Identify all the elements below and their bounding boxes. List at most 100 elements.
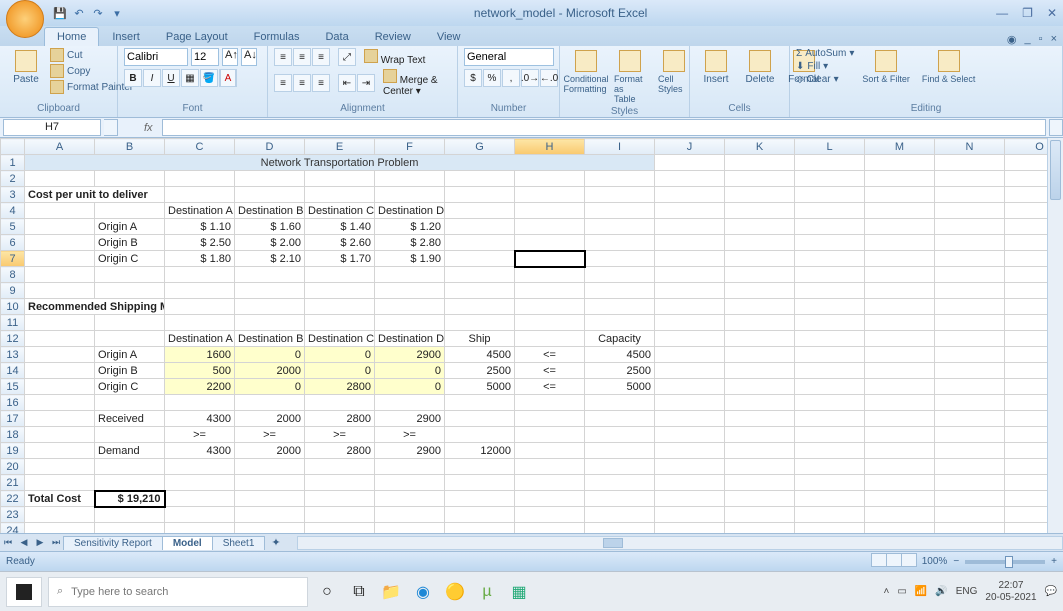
cell-B12[interactable] — [95, 331, 165, 347]
cell-O21[interactable] — [1005, 475, 1048, 491]
cell-G2[interactable] — [445, 171, 515, 187]
cell-C5[interactable]: $ 1.10 — [165, 219, 235, 235]
cell-O7[interactable] — [1005, 251, 1048, 267]
cell-A21[interactable] — [25, 475, 95, 491]
cell-K7[interactable] — [725, 251, 795, 267]
cell-L2[interactable] — [795, 171, 865, 187]
cell-G16[interactable] — [445, 395, 515, 411]
name-box[interactable]: H7 — [3, 119, 101, 136]
sheet-tab-sheet1[interactable]: Sheet1 — [212, 536, 266, 550]
cell-K6[interactable] — [725, 235, 795, 251]
cell-D10[interactable] — [235, 299, 305, 315]
cell-E12[interactable]: Destination C — [305, 331, 375, 347]
cell-A8[interactable] — [25, 267, 95, 283]
cell-F11[interactable] — [375, 315, 445, 331]
cell-A24[interactable] — [25, 523, 95, 534]
cell-K8[interactable] — [725, 267, 795, 283]
cell-I19[interactable] — [585, 443, 655, 459]
comma-button[interactable]: , — [502, 69, 520, 87]
row-header-4[interactable]: 4 — [1, 203, 25, 219]
cell-C13[interactable]: 1600 — [165, 347, 235, 363]
cell-F19[interactable]: 2900 — [375, 443, 445, 459]
row-header-21[interactable]: 21 — [1, 475, 25, 491]
cell-I22[interactable] — [585, 491, 655, 507]
cell-G20[interactable] — [445, 459, 515, 475]
find-select[interactable]: Find & Select — [918, 48, 980, 86]
cell-H22[interactable] — [515, 491, 585, 507]
cell-F20[interactable] — [375, 459, 445, 475]
excel-icon[interactable]: ▦ — [506, 579, 532, 605]
cell-K18[interactable] — [725, 427, 795, 443]
cell-M15[interactable] — [865, 379, 935, 395]
cell-H20[interactable] — [515, 459, 585, 475]
cell-K16[interactable] — [725, 395, 795, 411]
decrease-decimal[interactable]: ←.0 — [540, 69, 558, 87]
cell-L13[interactable] — [795, 347, 865, 363]
cell-A20[interactable] — [25, 459, 95, 475]
cell-B23[interactable] — [95, 507, 165, 523]
cell-F8[interactable] — [375, 267, 445, 283]
cell-M2[interactable] — [865, 171, 935, 187]
cell-C14[interactable]: 500 — [165, 363, 235, 379]
wifi-icon[interactable]: 📶 — [915, 586, 927, 597]
new-sheet-icon[interactable]: ✦ — [265, 536, 286, 549]
row-header-14[interactable]: 14 — [1, 363, 25, 379]
align-top[interactable]: ≡ — [274, 48, 292, 66]
zoom-slider[interactable] — [965, 560, 1045, 564]
cell-F17[interactable]: 2900 — [375, 411, 445, 427]
sheet-nav-next[interactable]: ▶ — [32, 537, 48, 548]
cell-B17[interactable]: Received — [95, 411, 165, 427]
cell-M8[interactable] — [865, 267, 935, 283]
cell-I17[interactable] — [585, 411, 655, 427]
cell-G4[interactable] — [445, 203, 515, 219]
font-family-select[interactable] — [124, 48, 188, 66]
cell-B2[interactable] — [95, 171, 165, 187]
cell-D13[interactable]: 0 — [235, 347, 305, 363]
cell-J3[interactable] — [655, 187, 725, 203]
horizontal-scrollbar[interactable] — [297, 536, 1063, 550]
cell-N15[interactable] — [935, 379, 1005, 395]
paste-button[interactable]: Paste — [6, 48, 46, 87]
cell-K5[interactable] — [725, 219, 795, 235]
cell-D14[interactable]: 2000 — [235, 363, 305, 379]
cell-H10[interactable] — [515, 299, 585, 315]
task-view-icon[interactable]: ⧉ — [346, 579, 372, 605]
cell-L11[interactable] — [795, 315, 865, 331]
cell-A23[interactable] — [25, 507, 95, 523]
cell-M9[interactable] — [865, 283, 935, 299]
cell-M11[interactable] — [865, 315, 935, 331]
cell-O2[interactable] — [1005, 171, 1048, 187]
cell-K17[interactable] — [725, 411, 795, 427]
cell-G8[interactable] — [445, 267, 515, 283]
cell-C22[interactable] — [165, 491, 235, 507]
align-center[interactable]: ≡ — [293, 74, 311, 92]
cell-G9[interactable] — [445, 283, 515, 299]
cell-M4[interactable] — [865, 203, 935, 219]
cell-M10[interactable] — [865, 299, 935, 315]
cell-G10[interactable] — [445, 299, 515, 315]
cell-A9[interactable] — [25, 283, 95, 299]
cell-L23[interactable] — [795, 507, 865, 523]
cell-L5[interactable] — [795, 219, 865, 235]
cell-O23[interactable] — [1005, 507, 1048, 523]
cell-F10[interactable] — [375, 299, 445, 315]
cell-M22[interactable] — [865, 491, 935, 507]
cell-N10[interactable] — [935, 299, 1005, 315]
undo-icon[interactable]: ↶ — [71, 5, 87, 21]
cell-M24[interactable] — [865, 523, 935, 534]
cell-C9[interactable] — [165, 283, 235, 299]
cell-J4[interactable] — [655, 203, 725, 219]
cell-A5[interactable] — [25, 219, 95, 235]
cell-K3[interactable] — [725, 187, 795, 203]
cell-E21[interactable] — [305, 475, 375, 491]
cell-L20[interactable] — [795, 459, 865, 475]
cell-B6[interactable]: Origin B — [95, 235, 165, 251]
cell-G5[interactable] — [445, 219, 515, 235]
align-left[interactable]: ≡ — [274, 74, 292, 92]
cell-I2[interactable] — [585, 171, 655, 187]
insert-cells[interactable]: Insert — [696, 48, 736, 87]
cell-I15[interactable]: 5000 — [585, 379, 655, 395]
cell-J10[interactable] — [655, 299, 725, 315]
grow-font-icon[interactable]: A↑ — [222, 48, 238, 66]
cell-B18[interactable] — [95, 427, 165, 443]
